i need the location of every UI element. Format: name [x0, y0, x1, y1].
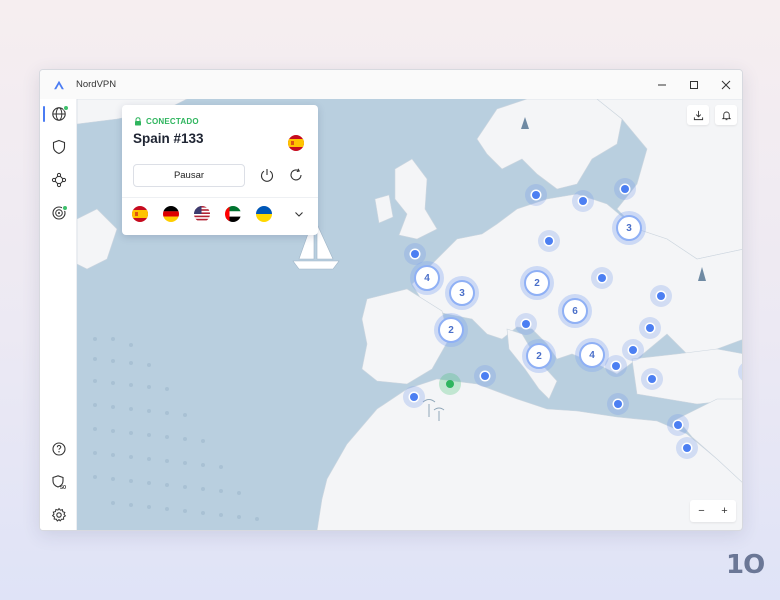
status-label: CONECTADO — [146, 117, 199, 126]
nordvpn-logo-icon — [54, 80, 64, 89]
lock-icon — [135, 117, 141, 126]
download-button[interactable] — [687, 105, 709, 125]
server-marker[interactable] — [474, 365, 496, 387]
chevron-down-icon[interactable] — [294, 209, 304, 219]
server-cluster-italy[interactable]: 2 — [522, 339, 556, 373]
server-marker[interactable] — [403, 386, 425, 408]
download-icon — [693, 110, 703, 120]
zoom-out-button[interactable]: − — [690, 500, 713, 522]
server-marker[interactable] — [605, 355, 627, 377]
server-cluster-benelux[interactable]: 3 — [445, 276, 479, 310]
status-dot — [62, 205, 68, 211]
gear-icon — [51, 507, 66, 522]
spain-flag-icon[interactable] — [132, 206, 148, 222]
svg-text:50: 50 — [60, 485, 66, 490]
germany-flag-icon[interactable] — [163, 206, 179, 222]
close-button[interactable] — [710, 70, 742, 99]
panel-divider — [122, 197, 318, 198]
server-cluster-france[interactable]: 2 — [434, 313, 468, 347]
connected-server-marker[interactable] — [439, 373, 461, 395]
notifications-button[interactable] — [715, 105, 737, 125]
usa-flag-icon[interactable] — [194, 206, 210, 222]
power-icon[interactable] — [259, 167, 275, 183]
window-controls — [646, 70, 742, 99]
server-cluster-poland[interactable]: 6 — [558, 294, 592, 328]
server-marker[interactable] — [525, 184, 547, 206]
server-marker[interactable] — [614, 178, 636, 200]
title-bar: NordVPN — [40, 70, 742, 99]
server-cluster-germany[interactable]: 2 — [520, 266, 554, 300]
server-marker[interactable] — [607, 393, 629, 415]
server-marker[interactable] — [538, 230, 560, 252]
uae-flag-icon[interactable] — [225, 206, 241, 222]
window-title: NordVPN — [76, 79, 117, 90]
server-marker[interactable] — [676, 437, 698, 459]
shield-badge-icon: 50 — [51, 475, 66, 490]
sidebar: 50 — [40, 99, 77, 530]
app-window: NordVPN 50 4 3 2 2 6 2 4 3 CONECTADO Spa… — [39, 69, 743, 531]
zoom-in-button[interactable]: + — [713, 500, 736, 522]
spain-flag-icon — [288, 135, 304, 151]
help-icon — [51, 442, 66, 456]
server-marker[interactable] — [650, 285, 672, 307]
refresh-icon[interactable] — [288, 167, 304, 183]
server-name: Spain #133 — [133, 131, 204, 146]
ocean-dots — [93, 337, 259, 521]
server-map[interactable]: 4 3 2 2 6 2 4 3 CONECTADO Spain #133 Pau… — [77, 99, 742, 530]
quick-connect-row — [132, 206, 272, 222]
shield-icon — [52, 139, 65, 155]
sidebar-item-meshnet[interactable] — [40, 167, 77, 193]
maximize-icon — [690, 80, 698, 89]
bell-icon — [721, 111, 731, 120]
minimize-icon — [658, 84, 666, 85]
connected-dot — [63, 105, 69, 111]
maximize-button[interactable] — [678, 70, 710, 99]
sidebar-item-shield-50[interactable]: 50 — [40, 469, 77, 495]
sidebar-item-globe[interactable] — [40, 101, 77, 127]
connection-panel: CONECTADO Spain #133 Pausar — [122, 105, 318, 235]
zoom-controls: − + — [690, 500, 736, 522]
server-marker[interactable] — [591, 267, 613, 289]
server-cluster-uk[interactable]: 4 — [410, 261, 444, 295]
server-marker[interactable] — [572, 190, 594, 212]
close-icon — [721, 80, 731, 89]
active-indicator — [43, 106, 45, 122]
connection-status: CONECTADO — [134, 117, 199, 126]
pause-button[interactable]: Pausar — [133, 164, 245, 187]
sidebar-item-shield[interactable] — [40, 134, 77, 160]
brand-logo: 1O — [726, 550, 765, 580]
server-marker[interactable] — [639, 317, 661, 339]
sidebar-item-help[interactable] — [40, 436, 77, 462]
sidebar-item-settings[interactable] — [40, 502, 77, 528]
meshnet-icon — [51, 172, 66, 188]
server-marker[interactable] — [641, 368, 663, 390]
ukraine-flag-icon[interactable] — [256, 206, 272, 222]
server-marker[interactable] — [404, 243, 426, 265]
server-marker[interactable] — [622, 339, 644, 361]
minimize-button[interactable] — [646, 70, 678, 99]
server-marker[interactable] — [667, 414, 689, 436]
server-marker[interactable] — [515, 313, 537, 335]
sidebar-item-threat-protection[interactable] — [40, 200, 77, 226]
server-cluster-balkans[interactable]: 4 — [575, 338, 609, 372]
server-cluster-finland[interactable]: 3 — [612, 211, 646, 245]
